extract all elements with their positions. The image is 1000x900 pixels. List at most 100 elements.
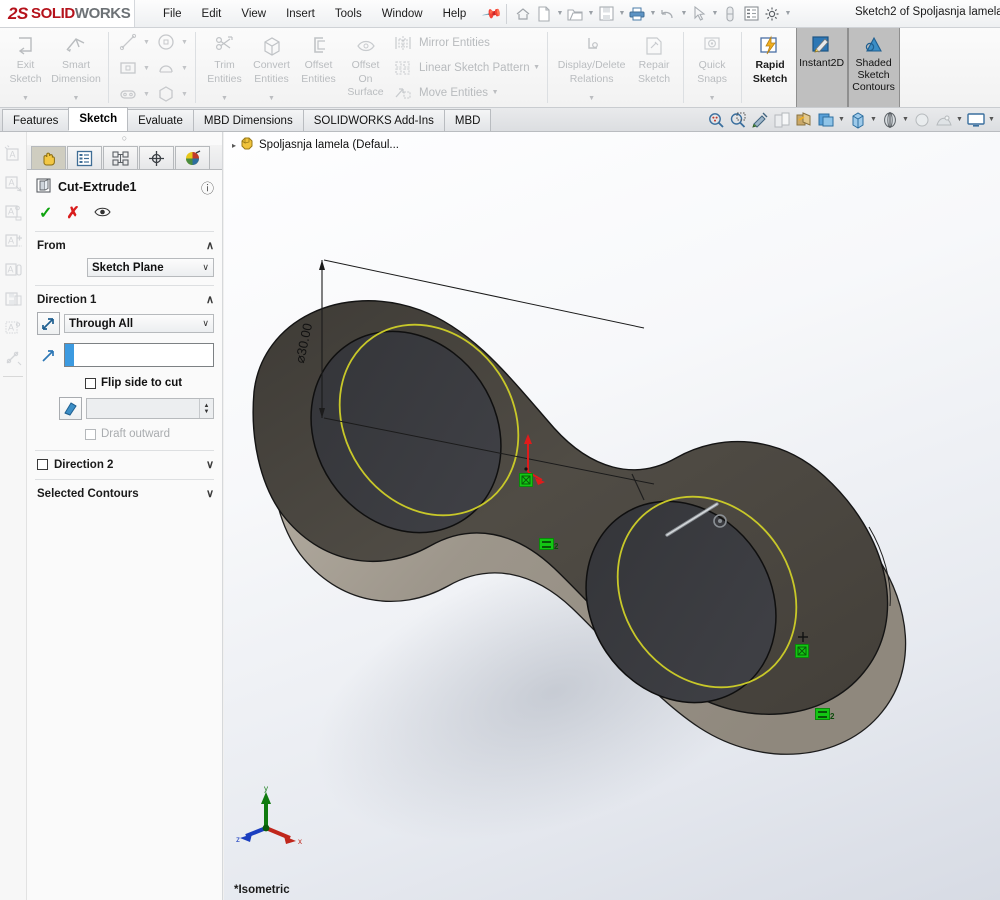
menu-item-help[interactable]: Help [433, 4, 477, 24]
smart-dimension-button[interactable]: Smart Dimension ▼ [49, 30, 103, 105]
pm-tab-configuration-manager[interactable] [103, 146, 138, 169]
save-caret-icon[interactable]: ▼ [617, 10, 626, 17]
panel-resize-handle[interactable]: ○ [27, 132, 222, 145]
checkbox-box-direction2[interactable] [37, 459, 48, 470]
apply-scene-icon[interactable] [911, 109, 932, 130]
menu-item-insert[interactable]: Insert [276, 4, 325, 24]
line-icon[interactable] [114, 30, 141, 55]
section-from[interactable]: From ∧ [27, 234, 222, 256]
open-folder-icon[interactable] [565, 4, 585, 24]
pm-tab-feature-manager[interactable] [67, 146, 102, 169]
pm-tab-property-manager[interactable] [31, 146, 66, 169]
relation-marker-equal-2[interactable] [815, 708, 830, 720]
zoom-to-area-icon[interactable] [727, 109, 748, 130]
chevron-up-icon-direction1[interactable]: ∧ [206, 293, 214, 306]
tab-features[interactable]: Features [2, 109, 70, 131]
rapid-sketch-button[interactable]: Rapid Sketch [747, 30, 794, 105]
section-direction2[interactable]: Direction 2 ∨ [27, 453, 222, 475]
convert-entities-button[interactable]: Convert Entities ▼ [248, 30, 295, 105]
shaded-sketch-contours-button[interactable]: Shaded Sketch Contours [847, 28, 900, 107]
relation-marker-equal-1[interactable] [539, 538, 554, 550]
block-icon[interactable] [0, 285, 26, 314]
view-settings-caret-icon[interactable]: ▼ [955, 116, 964, 123]
draft-angle-input[interactable]: ▲ ▼ [86, 398, 214, 419]
linear-sketch-pattern-dropdown-icon[interactable]: ▼ [530, 64, 544, 71]
pin-icon[interactable]: 📌 [481, 2, 504, 24]
polygon-icon[interactable] [152, 82, 179, 107]
quick-snaps-button[interactable]: Quick Snaps ▼ [689, 30, 736, 105]
detailed-preview-eye-icon[interactable] [94, 206, 111, 221]
rectangle-dropdown-icon[interactable]: ▼ [141, 65, 152, 72]
hide-show-caret-icon[interactable]: ▼ [869, 116, 878, 123]
menu-item-window[interactable]: Window [372, 4, 433, 24]
area-hatch-icon[interactable]: A [0, 314, 26, 343]
new-document-icon[interactable] [534, 4, 554, 24]
display-style-icon[interactable] [815, 109, 836, 130]
circle-dropdown-icon[interactable]: ▼ [179, 39, 190, 46]
select-cursor-caret-icon[interactable]: ▼ [710, 10, 719, 17]
instant2d-button[interactable]: Instant2D [795, 28, 848, 107]
cancel-x-icon[interactable]: ✗ [66, 203, 79, 223]
direction1-face-selection-input[interactable] [64, 343, 214, 367]
hide-show-items-icon[interactable] [847, 109, 868, 130]
edit-appearance-icon[interactable] [879, 109, 900, 130]
measure-icon[interactable] [720, 4, 740, 24]
linear-sketch-pattern-item[interactable]: Linear Sketch Pattern ▼ [391, 55, 544, 80]
menu-item-edit[interactable]: Edit [192, 4, 232, 24]
chevron-down-icon-direction2[interactable]: ∨ [206, 458, 214, 471]
exit-sketch-button[interactable]: Exit Sketch ▼ [2, 30, 49, 105]
help-question-icon[interactable]: ⓘ [201, 178, 214, 197]
arc-icon[interactable] [152, 56, 179, 81]
chevron-down-icon-selected-contours[interactable]: ∨ [206, 487, 214, 500]
viewport-caret-icon[interactable]: ▼ [987, 116, 996, 123]
tab-solidworks-add-ins[interactable]: SOLIDWORKS Add-Ins [302, 109, 445, 131]
accept-check-icon[interactable]: ✓ [39, 203, 52, 223]
options-caret-icon[interactable]: ▼ [783, 10, 792, 17]
draft-angle-stepper[interactable]: ▲ ▼ [199, 399, 213, 418]
move-entities-item[interactable]: Move Entities ▼ [391, 80, 544, 105]
section-direction1[interactable]: Direction 1 ∧ [27, 288, 222, 310]
polygon-dropdown-icon[interactable]: ▼ [179, 91, 190, 98]
pm-tab-dimxpert-manager[interactable] [139, 146, 174, 169]
print-icon[interactable] [627, 4, 647, 24]
print-caret-icon[interactable]: ▼ [648, 10, 657, 17]
menu-item-tools[interactable]: Tools [325, 4, 372, 24]
rectangle-icon[interactable] [114, 56, 141, 81]
smart-dimension-dropdown-icon[interactable]: ▼ [73, 95, 80, 105]
direction1-end-condition-select[interactable]: Through All ∨ [64, 314, 214, 333]
note-icon[interactable]: A [0, 140, 26, 169]
arc-dropdown-icon[interactable]: ▼ [179, 65, 190, 72]
datum-feature-icon[interactable]: A [0, 256, 26, 285]
tab-sketch[interactable]: Sketch [68, 107, 129, 131]
display-delete-relations-dropdown-icon[interactable]: ▼ [588, 95, 595, 105]
draft-angle-button[interactable] [59, 397, 82, 420]
dowel-pin-icon[interactable] [0, 343, 26, 372]
open-folder-caret-icon[interactable]: ▼ [586, 10, 595, 17]
graphics-viewport[interactable]: ▸ Spoljasnja lamela (Defaul... ⌀30.00 2 … [224, 132, 1000, 900]
trim-entities-dropdown-icon[interactable]: ▼ [221, 95, 228, 105]
convert-entities-dropdown-icon[interactable]: ▼ [268, 95, 275, 105]
balloon-icon[interactable]: A [0, 169, 26, 198]
undo-caret-icon[interactable]: ▼ [679, 10, 688, 17]
from-start-condition-select[interactable]: Sketch Plane ∨ [87, 258, 214, 277]
chevron-up-icon-from[interactable]: ∧ [206, 239, 214, 252]
circle-icon[interactable] [152, 30, 179, 55]
flip-side-to-cut-checkbox[interactable]: Flip side to cut [85, 377, 182, 389]
relation-marker-coincident-1[interactable] [519, 473, 533, 487]
slot-dropdown-icon[interactable]: ▼ [141, 91, 152, 98]
relation-marker-coincident-2[interactable] [795, 644, 809, 658]
quick-snaps-dropdown-icon[interactable]: ▼ [709, 95, 716, 105]
menu-item-file[interactable]: File [153, 4, 192, 24]
display-style-caret-icon[interactable]: ▼ [837, 116, 846, 123]
tab-mbd-dimensions[interactable]: MBD Dimensions [192, 109, 304, 131]
section-selected-contours[interactable]: Selected Contours ∨ [27, 482, 222, 504]
model-render[interactable]: ⌀30.00 [224, 132, 1000, 900]
repair-sketch-button[interactable]: Repair Sketch [631, 30, 678, 105]
save-icon[interactable] [596, 4, 616, 24]
new-document-caret-icon[interactable]: ▼ [555, 10, 564, 17]
section-view-icon[interactable] [771, 109, 792, 130]
move-entities-dropdown-icon[interactable]: ▼ [488, 89, 502, 96]
offset-on-surface-button[interactable]: Offset On Surface [342, 30, 389, 105]
zoom-to-fit-icon[interactable] [705, 109, 726, 130]
previous-view-icon[interactable] [749, 109, 770, 130]
